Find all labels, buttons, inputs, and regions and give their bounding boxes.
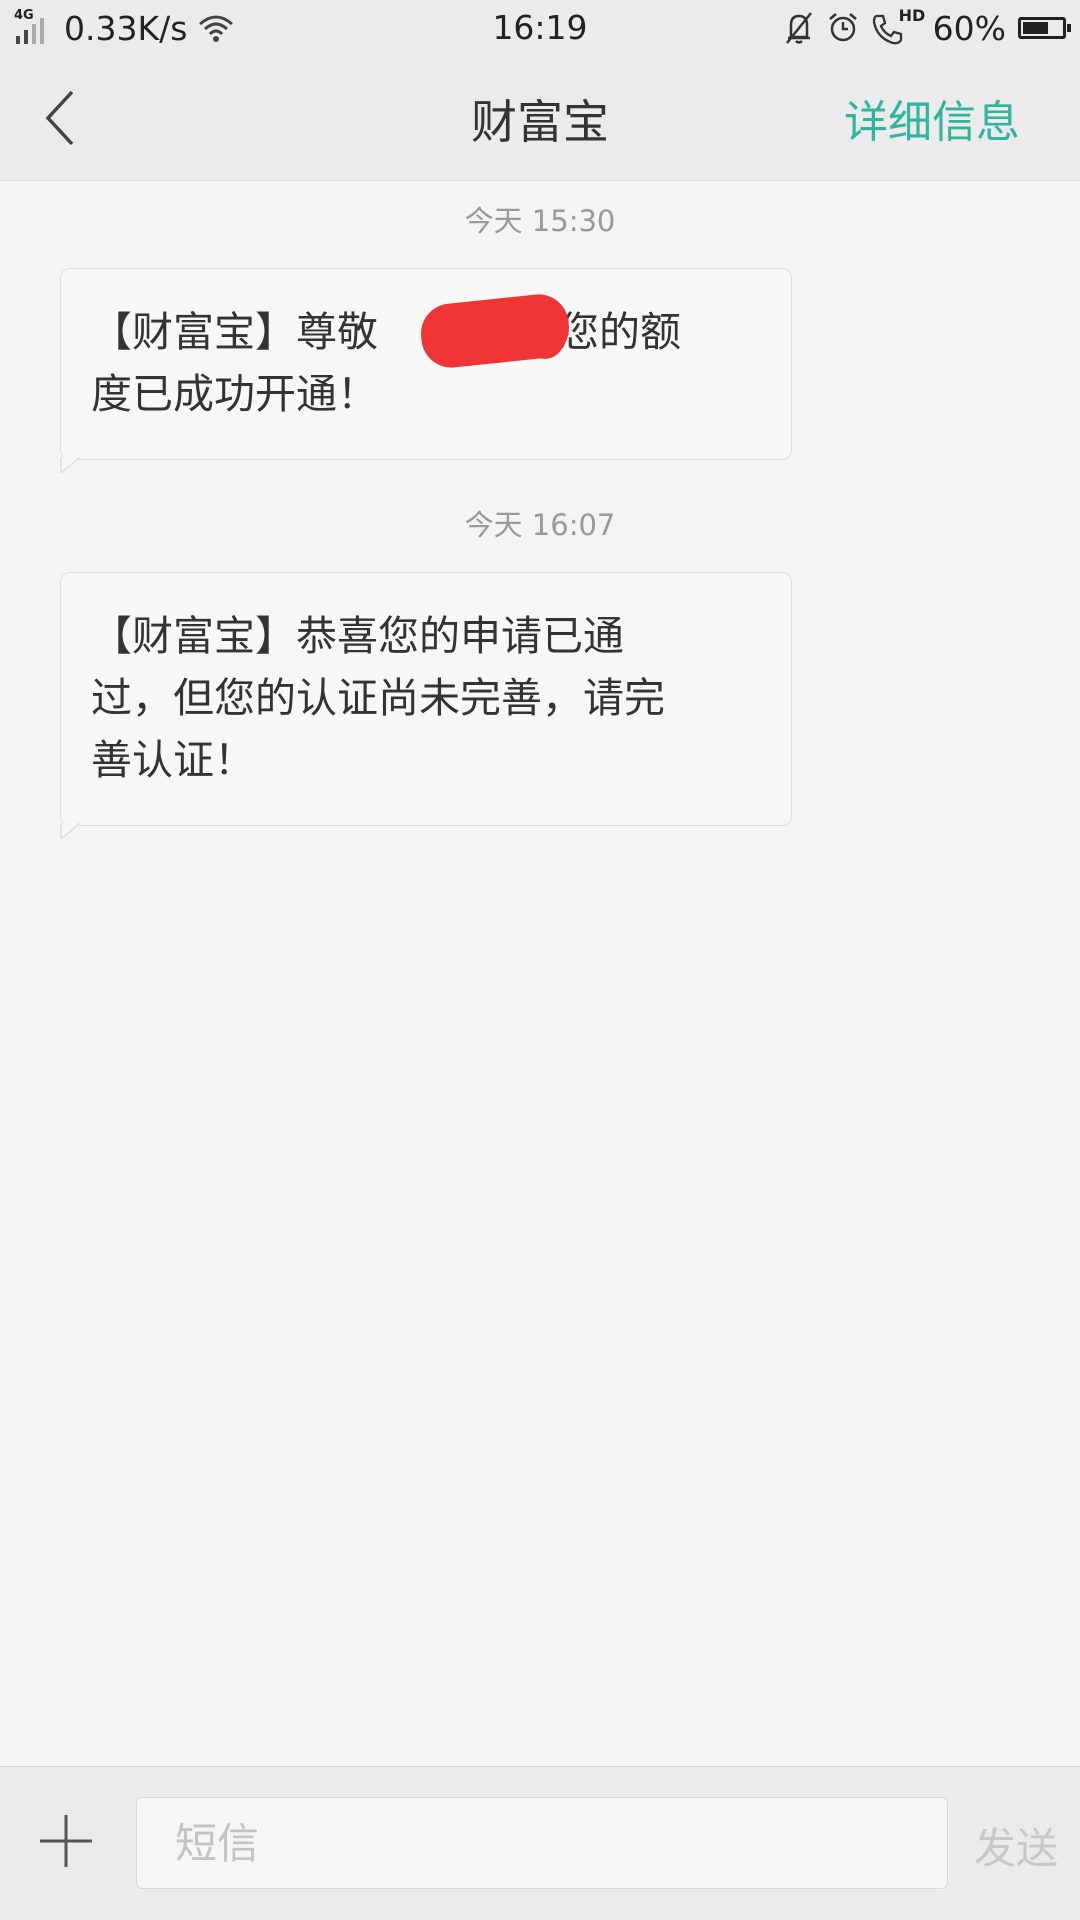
call-hd-icon: HD <box>871 6 925 46</box>
battery-percent: 60% <box>932 8 1006 48</box>
add-attachment-button[interactable] <box>38 1813 94 1869</box>
message-timestamp: 今天 16:07 <box>464 508 616 542</box>
message-line: 度已成功开通！ <box>91 370 378 418</box>
alarm-icon <box>827 12 859 44</box>
message-text: 您的额 <box>558 308 681 356</box>
sms-input[interactable] <box>136 1797 948 1889</box>
bubble-tail <box>60 823 80 839</box>
message-line: 善认证！ <box>91 736 255 784</box>
add-icon <box>40 1815 92 1867</box>
send-button[interactable]: 发送 <box>974 1815 1058 1876</box>
message-text: 【财富宝】尊敬 <box>91 308 378 356</box>
bubble-tail <box>60 457 80 473</box>
message-bubble[interactable]: 【财富宝】恭喜您的申请已通 过，但您的认证尚未完善，请完 善认证！ <box>60 572 792 839</box>
status-right: HD 60% <box>783 6 1071 50</box>
status-bar: 4G 0.33K/s 16:19 HD 60% <box>0 0 1080 56</box>
compose-bar: 发送 <box>0 1766 1080 1920</box>
message-timestamp: 今天 15:30 <box>464 204 616 238</box>
message-line: 【财富宝】恭喜您的申请已通 <box>91 612 624 660</box>
message-bubble[interactable]: 【财富宝】尊敬 您的额 度已成功开通！ <box>60 268 792 473</box>
hd-label: HD <box>898 6 926 25</box>
messaging-screen: 4G 0.33K/s 16:19 HD 60% 财富宝 详细信息 今天 15:3… <box>0 0 1080 1920</box>
battery-icon <box>1018 17 1071 39</box>
conversation-header: 财富宝 详细信息 <box>0 56 1080 181</box>
message-line: 过，但您的认证尚未完善，请完 <box>91 674 665 722</box>
mute-icon <box>783 11 815 45</box>
details-button[interactable]: 详细信息 <box>844 86 1020 150</box>
